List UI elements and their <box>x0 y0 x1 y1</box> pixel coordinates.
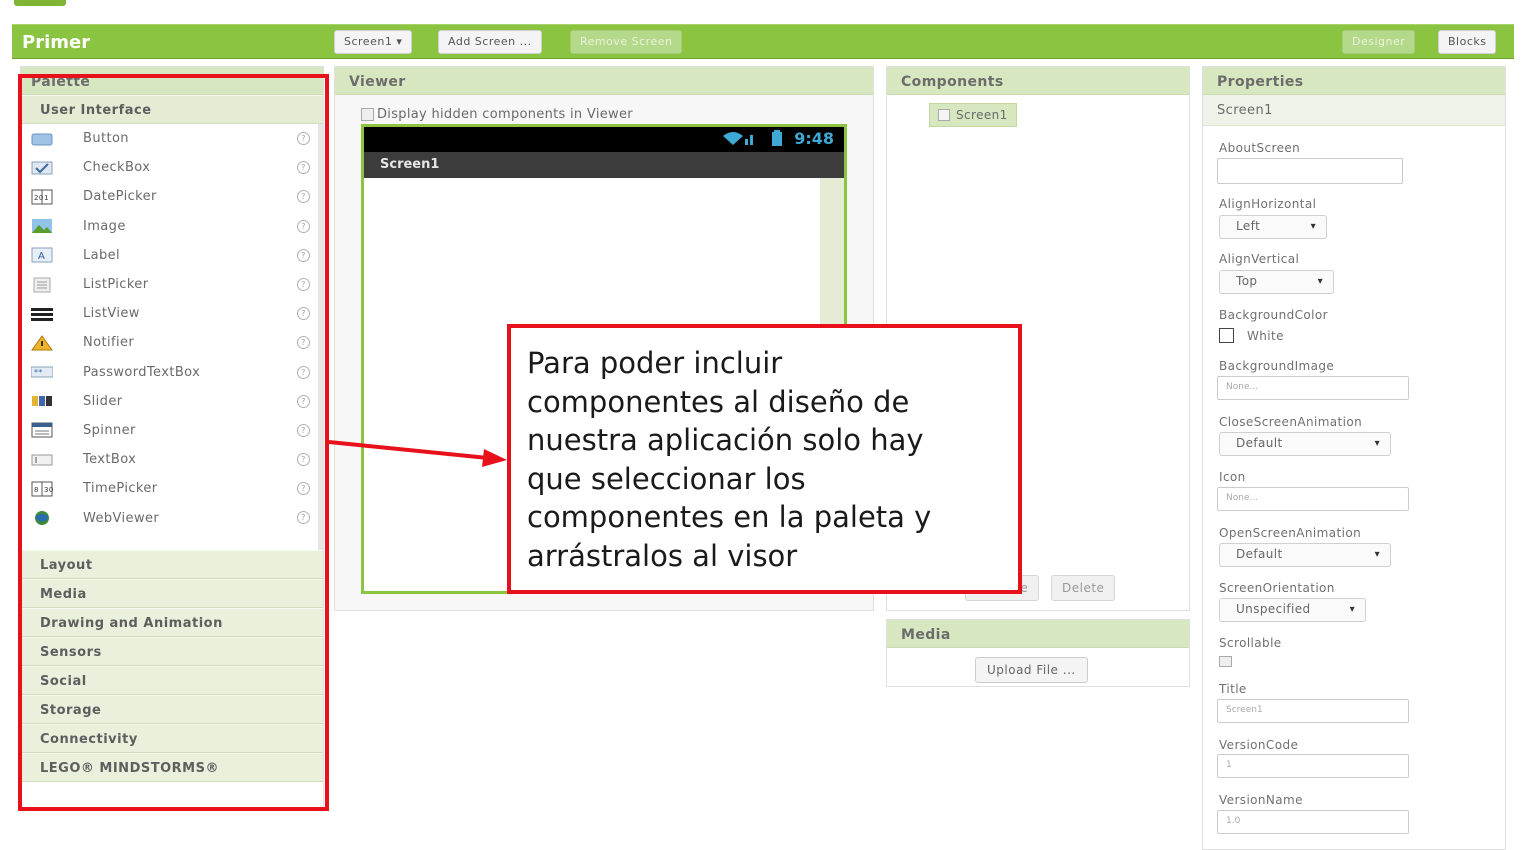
signal-icon <box>723 132 754 145</box>
component-tree-screen1[interactable]: Screen1 <box>929 103 1017 127</box>
display-hidden-checkbox[interactable] <box>361 108 374 121</box>
backgroundimage-field[interactable]: None... <box>1217 376 1409 400</box>
battery-icon <box>771 130 782 146</box>
prop-label-openscreenanimation: OpenScreenAnimation <box>1219 526 1362 540</box>
dropdown-arrow-icon: ▾ <box>1374 438 1380 449</box>
project-toolbar: Primer Screen1 ▾ Add Screen ... Remove S… <box>12 24 1514 59</box>
icon-field[interactable]: None... <box>1217 487 1409 511</box>
properties-panel: Properties Screen1 AboutScreen AlignHori… <box>1202 66 1506 850</box>
upload-file-button[interactable]: Upload File ... <box>975 657 1088 683</box>
versioncode-field[interactable]: 1 <box>1217 754 1409 778</box>
media-panel: Media Upload File ... <box>886 619 1190 687</box>
prop-label-backgroundcolor: BackgroundColor <box>1219 308 1328 322</box>
properties-title: Properties <box>1203 67 1505 95</box>
add-screen-button[interactable]: Add Screen ... <box>438 30 542 54</box>
aboutscreen-textarea[interactable] <box>1217 158 1403 184</box>
annotation-line: que seleccionar los <box>527 461 806 496</box>
prop-label-backgroundimage: BackgroundImage <box>1219 359 1335 373</box>
dropdown-arrow-icon: ▾ <box>1374 549 1380 560</box>
annotation-line: arrástralos al visor <box>527 538 798 573</box>
openscreenanimation-value: Default <box>1236 547 1283 561</box>
dropdown-arrow-icon: ▾ <box>1349 604 1355 615</box>
annotation-line: componentes en la paleta y <box>527 500 932 535</box>
app-inventor-designer: Primer Screen1 ▾ Add Screen ... Remove S… <box>0 0 1526 850</box>
prop-label-title: Title <box>1219 682 1247 696</box>
screen-node-icon <box>938 109 950 121</box>
prop-label-icon: Icon <box>1219 470 1246 484</box>
openscreenanimation-select[interactable]: Default ▾ <box>1219 543 1391 567</box>
alignhorizontal-select[interactable]: Left ▾ <box>1219 215 1327 239</box>
annotation-line: componentes al diseño de <box>527 384 910 419</box>
phone-screen-title: Screen1 <box>364 152 844 178</box>
alignvertical-select[interactable]: Top ▾ <box>1219 270 1334 294</box>
component-tree-label: Screen1 <box>956 108 1008 122</box>
versionname-field[interactable]: 1.0 <box>1217 810 1409 834</box>
prop-label-scrollable: Scrollable <box>1219 636 1282 650</box>
phone-status-bar: 9:48 <box>364 127 844 152</box>
status-time: 9:48 <box>794 129 834 148</box>
properties-component-name: Screen1 <box>1203 95 1505 126</box>
prop-label-versioncode: VersionCode <box>1219 738 1299 752</box>
backgroundcolor-swatch[interactable] <box>1219 328 1234 343</box>
annotation-line: nuestra aplicación solo hay <box>527 423 924 458</box>
prop-label-alignvertical: AlignVertical <box>1219 252 1300 266</box>
prop-label-versionname: VersionName <box>1219 793 1303 807</box>
backgroundcolor-value[interactable]: White <box>1247 329 1284 343</box>
designer-button[interactable]: Designer <box>1342 30 1416 54</box>
display-hidden-label: Display hidden components in Viewer <box>377 107 633 122</box>
components-title: Components <box>887 67 1189 95</box>
annotation-callout: Para poder incluir componentes al diseño… <box>507 324 1022 594</box>
top-strip <box>0 0 1526 22</box>
closescreenanimation-select[interactable]: Default ▾ <box>1219 432 1391 456</box>
prop-label-aboutscreen: AboutScreen <box>1219 141 1301 155</box>
alignhorizontal-value: Left <box>1236 219 1261 233</box>
viewer-title: Viewer <box>335 67 873 95</box>
app-logo[interactable] <box>14 0 66 6</box>
media-title: Media <box>887 620 1189 648</box>
prop-label-screenorientation: ScreenOrientation <box>1219 581 1335 595</box>
title-field[interactable]: Screen1 <box>1217 699 1409 723</box>
prop-label-alignhorizontal: AlignHorizontal <box>1219 197 1317 211</box>
closescreenanimation-value: Default <box>1236 436 1283 450</box>
blocks-button[interactable]: Blocks <box>1438 30 1497 54</box>
dropdown-arrow-icon: ▾ <box>1317 276 1323 287</box>
remove-screen-button[interactable]: Remove Screen <box>570 30 683 54</box>
prop-label-closescreenanimation: CloseScreenAnimation <box>1219 415 1363 429</box>
alignvertical-value: Top <box>1236 274 1258 288</box>
display-hidden-row[interactable]: Display hidden components in Viewer <box>361 107 633 122</box>
project-name: Primer <box>22 32 91 53</box>
scrollable-checkbox[interactable] <box>1219 656 1232 667</box>
screen-selector-button[interactable]: Screen1 ▾ <box>334 30 413 54</box>
delete-button[interactable]: Delete <box>1051 575 1116 601</box>
annotation-line: Para poder incluir <box>527 346 783 380</box>
palette-highlight-frame <box>18 74 329 811</box>
screenorientation-select[interactable]: Unspecified ▾ <box>1219 598 1366 622</box>
dropdown-arrow-icon: ▾ <box>1310 221 1316 232</box>
screenorientation-value: Unspecified <box>1236 602 1311 616</box>
